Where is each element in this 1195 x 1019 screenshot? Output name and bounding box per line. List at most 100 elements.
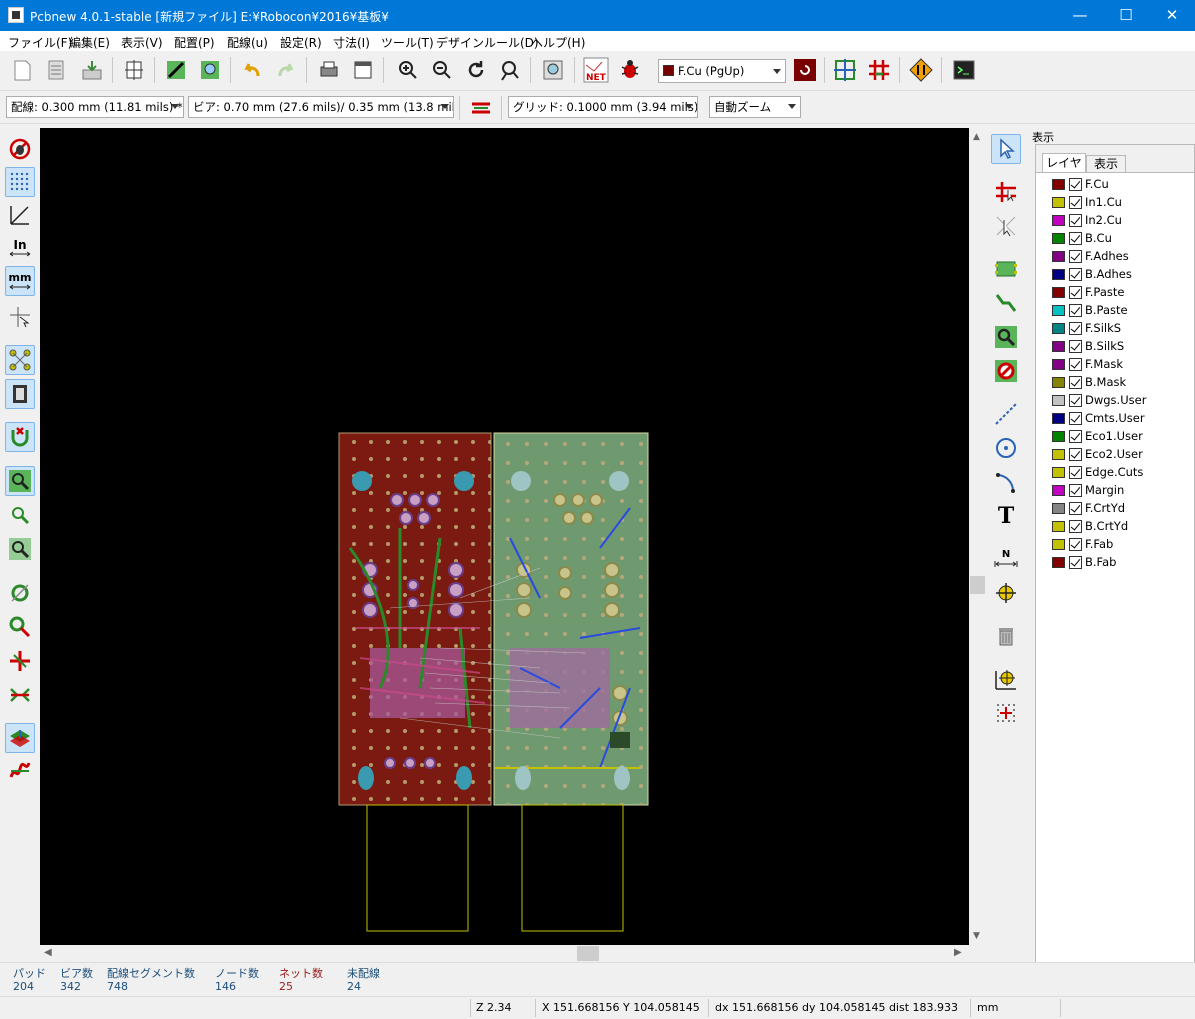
- layer-visibility-checkbox[interactable]: [1069, 357, 1082, 371]
- grid-select[interactable]: グリッド: 0.1000 mm (3.94 mils): [508, 96, 698, 118]
- layer-name[interactable]: Eco1.User: [1085, 429, 1143, 443]
- layer-visibility-checkbox[interactable]: [1069, 249, 1082, 263]
- layer-name[interactable]: B.Cu: [1085, 231, 1112, 245]
- layer-color-swatch[interactable]: [1052, 214, 1065, 226]
- layer-color-swatch[interactable]: [1052, 394, 1065, 406]
- layer-row[interactable]: B.Fab: [1052, 553, 1116, 571]
- layer-visibility-checkbox[interactable]: [1069, 555, 1082, 569]
- layer-visibility-checkbox[interactable]: [1069, 231, 1082, 245]
- pads-sketch-icon[interactable]: [5, 466, 35, 496]
- cursor-shape-icon[interactable]: [5, 302, 35, 332]
- layer-visibility-checkbox[interactable]: [1069, 537, 1082, 551]
- menu-preferences[interactable]: 設定(R): [280, 34, 322, 51]
- auto-track-width-icon[interactable]: [466, 93, 496, 123]
- highlight-net-icon[interactable]: [991, 177, 1021, 207]
- netlist-icon[interactable]: NET: [581, 55, 611, 85]
- layer-name[interactable]: In2.Cu: [1085, 213, 1122, 227]
- redo-icon[interactable]: [271, 55, 301, 85]
- layer-row[interactable]: F.CrtYd: [1052, 499, 1125, 517]
- layer-row[interactable]: F.Fab: [1052, 535, 1113, 553]
- layer-name[interactable]: F.SilkS: [1085, 321, 1121, 335]
- scroll-right-icon[interactable]: ▶: [954, 947, 962, 958]
- layer-color-swatch[interactable]: [1052, 502, 1065, 514]
- layer-color-swatch[interactable]: [1052, 178, 1065, 190]
- save-board-icon[interactable]: [77, 55, 107, 85]
- drc-icon[interactable]: [615, 55, 645, 85]
- layer-row[interactable]: B.Mask: [1052, 373, 1126, 391]
- horizontal-scrollbar[interactable]: ◀ ▶: [40, 945, 969, 962]
- add-dimension-icon[interactable]: N: [991, 544, 1021, 574]
- layer-visibility-checkbox[interactable]: [1069, 285, 1082, 299]
- menu-help[interactable]: ヘルプ(H): [531, 34, 585, 51]
- add-keepout-icon[interactable]: [991, 356, 1021, 386]
- layer-visibility-checkbox[interactable]: [1069, 519, 1082, 533]
- menu-file[interactable]: ファイル(F): [8, 34, 72, 51]
- layer-row[interactable]: Eco1.User: [1052, 427, 1143, 445]
- layer-color-swatch[interactable]: [1052, 304, 1065, 316]
- menu-edit[interactable]: 編集(E): [69, 34, 110, 51]
- add-arc-icon[interactable]: [991, 467, 1021, 497]
- select-arrow-icon[interactable]: [991, 134, 1021, 164]
- vertical-scrollbar[interactable]: ▲ ▼: [969, 128, 986, 945]
- layer-color-swatch[interactable]: [1052, 376, 1065, 388]
- autoplace-icon[interactable]: [830, 55, 860, 85]
- mm-units-icon[interactable]: mm: [5, 266, 35, 296]
- drc-off-icon[interactable]: [5, 134, 35, 164]
- zoom-out-icon[interactable]: [427, 55, 457, 85]
- layer-name[interactable]: F.Mask: [1085, 357, 1123, 371]
- library-editor-icon[interactable]: [161, 55, 191, 85]
- layer-name[interactable]: In1.Cu: [1085, 195, 1122, 209]
- layer-visibility-checkbox[interactable]: [1069, 375, 1082, 389]
- layer-name[interactable]: F.Cu: [1085, 177, 1109, 191]
- high-contrast-icon[interactable]: [5, 680, 35, 710]
- tab-layers[interactable]: レイヤ: [1042, 153, 1086, 173]
- layer-row[interactable]: F.Paste: [1052, 283, 1124, 301]
- layer-color-swatch[interactable]: [1052, 448, 1065, 460]
- layer-pair-icon[interactable]: [790, 55, 820, 85]
- layer-row[interactable]: Cmts.User: [1052, 409, 1145, 427]
- layer-row[interactable]: F.Cu: [1052, 175, 1109, 193]
- layer-visibility-checkbox[interactable]: [1069, 177, 1082, 191]
- layer-row[interactable]: Eco2.User: [1052, 445, 1143, 463]
- layer-visibility-checkbox[interactable]: [1069, 447, 1082, 461]
- layer-color-swatch[interactable]: [1052, 268, 1065, 280]
- contrast-mode-icon[interactable]: [5, 646, 35, 676]
- maximize-button[interactable]: ☐: [1103, 0, 1149, 31]
- layer-name[interactable]: B.Adhes: [1085, 267, 1132, 281]
- open-board-icon[interactable]: [42, 55, 72, 85]
- layer-name[interactable]: F.Fab: [1085, 537, 1113, 551]
- layer-visibility-checkbox[interactable]: [1069, 339, 1082, 353]
- undo-icon[interactable]: [237, 55, 267, 85]
- layer-color-swatch[interactable]: [1052, 340, 1065, 352]
- add-circle-icon[interactable]: [991, 433, 1021, 463]
- layer-color-swatch[interactable]: [1052, 232, 1065, 244]
- layer-name[interactable]: B.Paste: [1085, 303, 1128, 317]
- layer-color-swatch[interactable]: [1052, 538, 1065, 550]
- microwave-toolbar-icon[interactable]: [5, 756, 35, 786]
- layer-name[interactable]: B.CrtYd: [1085, 519, 1128, 533]
- menu-tools[interactable]: ツール(T): [381, 34, 434, 51]
- layer-name[interactable]: Cmts.User: [1085, 411, 1145, 425]
- scroll-up-icon[interactable]: ▲: [973, 132, 980, 142]
- menu-dimensions[interactable]: 寸法(I): [333, 34, 370, 51]
- zones-display-icon[interactable]: [5, 578, 35, 608]
- layer-color-swatch[interactable]: [1052, 322, 1065, 334]
- layer-color-swatch[interactable]: [1052, 520, 1065, 532]
- horizontal-scroll-thumb[interactable]: [577, 946, 599, 961]
- polar-coords-icon[interactable]: [5, 200, 35, 230]
- layer-row[interactable]: F.Adhes: [1052, 247, 1129, 265]
- module-ratsnest-icon[interactable]: [5, 379, 35, 409]
- redraw-icon[interactable]: [461, 55, 491, 85]
- zoom-fit-icon[interactable]: [495, 55, 525, 85]
- layer-color-swatch[interactable]: [1052, 286, 1065, 298]
- menu-view[interactable]: 表示(V): [121, 34, 163, 51]
- menu-place[interactable]: 配置(P): [174, 34, 215, 51]
- layer-visibility-checkbox[interactable]: [1069, 429, 1082, 443]
- close-button[interactable]: ✕: [1149, 0, 1195, 31]
- pcb-canvas[interactable]: [40, 128, 969, 945]
- layer-select[interactable]: F.Cu (PgUp): [658, 59, 786, 83]
- scroll-down-icon[interactable]: ▼: [973, 931, 980, 941]
- delete-trash-icon[interactable]: [991, 621, 1021, 651]
- grid-toggle-icon[interactable]: [5, 167, 35, 197]
- layer-color-swatch[interactable]: [1052, 196, 1065, 208]
